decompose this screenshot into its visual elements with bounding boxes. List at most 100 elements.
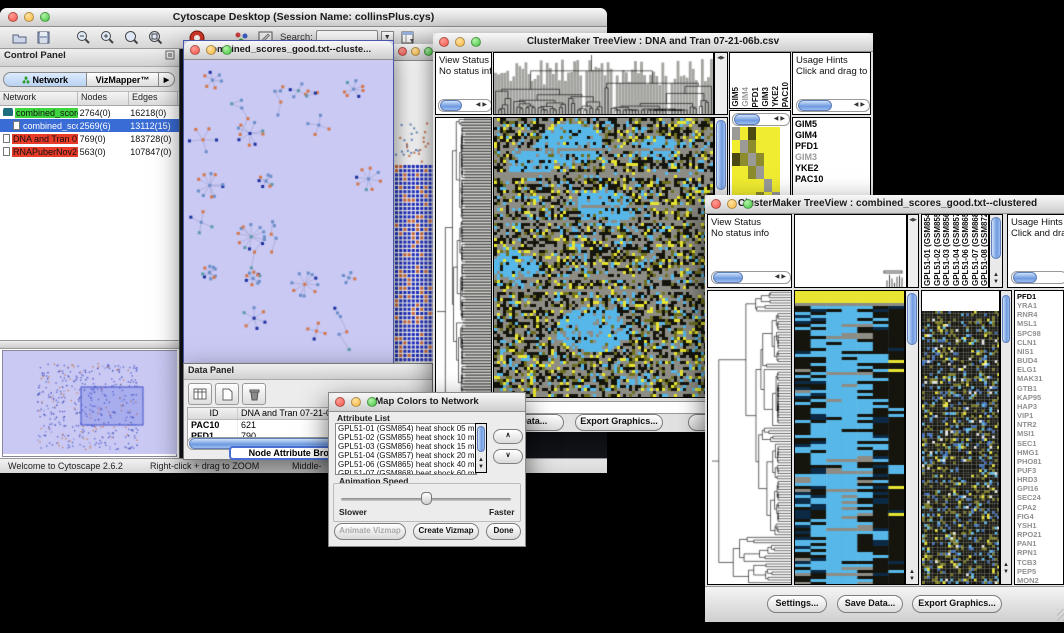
scroll-arrows-icon[interactable]: ▲▼	[906, 569, 918, 583]
scroll-arrows-icon[interactable]: ◀▶	[476, 101, 489, 108]
dialog-list-scrollbar[interactable]: ▲▼	[475, 423, 487, 473]
create-vizmap-button[interactable]: Create Vizmap	[413, 523, 479, 540]
move-down-button[interactable]: ∨	[493, 449, 523, 464]
scroll-arrows-icon[interactable]: ▲▼	[476, 457, 486, 471]
attribute-list-item[interactable]: GPL51-02 (GSM855) heat shock 10 min	[336, 433, 476, 442]
attribute-list[interactable]: GPL51-01 (GSM854) heat shock 05 minGPL51…	[335, 423, 477, 475]
tab-network[interactable]: Network	[3, 72, 87, 87]
main-window-title: Cytoscape Desktop (Session Name: collins…	[0, 8, 607, 26]
mini-heatmap-cell	[732, 140, 740, 153]
main-titlebar[interactable]: Cytoscape Desktop (Session Name: collins…	[0, 8, 607, 27]
dialog-titlebar[interactable]: Map Colors to Network	[329, 393, 525, 412]
zoom-fit-icon[interactable]	[122, 29, 140, 47]
network-window-titlebar[interactable]: combined_scores_good.txt--cluste...	[184, 41, 393, 60]
tv2-labels-scrollbar[interactable]: ▲▼	[989, 214, 1003, 288]
tv2-column-dendrogram[interactable]	[794, 214, 907, 288]
tv2-export-graphics-button[interactable]: Export Graphics...	[912, 595, 1002, 613]
resize-grip[interactable]	[1057, 609, 1064, 621]
tv1-export-graphics-button[interactable]: Export Graphics...	[575, 414, 663, 431]
new-attribute-icon[interactable]	[215, 383, 239, 405]
delete-attribute-icon[interactable]	[242, 383, 266, 405]
close-button[interactable]	[711, 199, 721, 209]
done-button[interactable]: Done	[486, 523, 521, 540]
tab-vizmapper[interactable]: VizMapper™	[87, 72, 159, 87]
mini-heatmap-cell	[748, 166, 756, 179]
treeview2-titlebar[interactable]: ClusterMaker TreeView : combined_scores_…	[705, 195, 1064, 214]
network-tree-row[interactable]: combined_sco2569(6)13112(15)	[0, 119, 179, 132]
tv1-hints-scrollbar[interactable]: ◀▶	[796, 99, 870, 112]
tv2-settings-button[interactable]: Settings...	[767, 595, 827, 613]
gene-label: FIG4	[1015, 512, 1063, 521]
tv2-save-data-button[interactable]: Save Data...	[837, 595, 903, 613]
scroll-arrows-icon[interactable]: ▲▼	[1001, 562, 1011, 576]
network-overview-thumbnail[interactable]	[2, 350, 177, 457]
zoom-in-icon[interactable]	[98, 29, 116, 47]
save-icon[interactable]	[34, 29, 52, 47]
scroll-arrows-icon[interactable]: ◀▶	[854, 101, 867, 108]
tv1-column-dendrogram[interactable]	[493, 52, 714, 115]
slider-thumb[interactable]	[421, 492, 432, 505]
window-controls[interactable]	[8, 12, 50, 22]
scroll-arrows-icon[interactable]: ▲▼	[990, 272, 1002, 286]
close-button[interactable]	[335, 397, 345, 407]
attribute-list-item[interactable]: GPL51-03 (GSM856) heat shock 15 min	[336, 442, 476, 451]
tv2-heatmap-scrollbar[interactable]: ▲▼	[905, 290, 919, 585]
close-button[interactable]	[439, 37, 449, 47]
network-tree-row[interactable]: RNAPuberNov2+563(0)107847(0)	[0, 145, 179, 158]
move-up-button[interactable]: ∧	[493, 429, 523, 444]
zoom-out-icon[interactable]	[74, 29, 92, 47]
attribute-list-item[interactable]: GPL51-04 (GSM857) heat shock 20 min	[336, 451, 476, 460]
close-button[interactable]	[8, 12, 18, 22]
attribute-list-item[interactable]: GPL51-06 (GSM865) heat shock 40 min	[336, 460, 476, 469]
select-attributes-icon[interactable]	[188, 383, 212, 405]
minimize-button[interactable]	[24, 12, 34, 22]
zoom-button[interactable]	[222, 45, 232, 55]
close-button[interactable]	[398, 47, 407, 56]
tv2-status-scrollbar[interactable]: ◀▶	[711, 271, 791, 284]
minimize-button[interactable]	[411, 47, 420, 56]
tv2-secondary-scrollbar[interactable]: ▲▼	[1000, 290, 1012, 585]
treeview1-titlebar[interactable]: ClusterMaker TreeView : DNA and Tran 07-…	[433, 33, 873, 52]
tv2-heatmap[interactable]	[794, 290, 905, 585]
attribute-list-item[interactable]: GPL51-07 (GSM868) heat shock 60 min	[336, 469, 476, 475]
tv2-hints-scrollbar[interactable]	[1011, 271, 1064, 284]
tv2-corner-strip: ◀▶	[907, 214, 919, 288]
close-button[interactable]	[190, 45, 200, 55]
treeview1-title: ClusterMaker TreeView : DNA and Tran 07-…	[433, 33, 873, 51]
attribute-list-item[interactable]: GPL51-01 (GSM854) heat shock 05 min	[336, 424, 476, 433]
strip-arrows-icon[interactable]: ◀▶	[715, 53, 727, 61]
network-tree-row[interactable]: combined_scores2764(0)16218(0)	[0, 106, 179, 119]
tab-overflow-arrow[interactable]: ▶	[159, 72, 175, 87]
open-icon[interactable]	[10, 29, 28, 47]
panel-splitter[interactable]	[0, 340, 179, 349]
zoom-button[interactable]	[743, 199, 753, 209]
zoom-button[interactable]	[367, 397, 377, 407]
zoom-button[interactable]	[40, 12, 50, 22]
zoom-button[interactable]	[471, 37, 481, 47]
minimize-button[interactable]	[351, 397, 361, 407]
tv2-secondary-heatmap[interactable]	[921, 290, 1000, 585]
tv1-mini-heatmap[interactable]	[732, 127, 780, 205]
tv1-status-scrollbar[interactable]: ◀▶	[438, 99, 492, 112]
animate-vizmap-button[interactable]: Animate Vizmap	[334, 523, 406, 540]
mini-heatmap-cell	[748, 179, 756, 192]
network-view-window: combined_scores_good.txt--cluste...	[183, 40, 394, 365]
network-tree-row[interactable]: DNA and Tran 07769(0)183728(0)	[0, 132, 179, 145]
scroll-arrows-icon[interactable]: ◀▶	[775, 273, 788, 280]
tv2-row-dendrogram[interactable]	[707, 290, 792, 585]
gene-label: PFD1	[1015, 292, 1063, 301]
minimize-button[interactable]	[455, 37, 465, 47]
tv1-heatmap[interactable]	[493, 117, 714, 398]
network-graph-view[interactable]	[184, 60, 393, 364]
tv2-gene-list[interactable]: PFD1YRA1RNR4MSL1SPC98CLN1NIS1BUD4ELG1MAK…	[1014, 290, 1064, 585]
tv1-row-dendrogram[interactable]	[435, 117, 492, 398]
minimize-button[interactable]	[206, 45, 216, 55]
scroll-arrows-icon[interactable]: ◀▶	[774, 115, 787, 122]
strip-arrows-icon[interactable]: ◀▶	[908, 215, 918, 223]
float-panel-icon[interactable]	[165, 50, 175, 65]
tv1-mini-scrollbar[interactable]: ◀▶	[732, 113, 790, 126]
zoom-button[interactable]	[424, 47, 433, 56]
minimize-button[interactable]	[727, 199, 737, 209]
gene-label: YSH1	[1015, 521, 1063, 530]
zoom-selected-icon[interactable]	[146, 29, 164, 47]
